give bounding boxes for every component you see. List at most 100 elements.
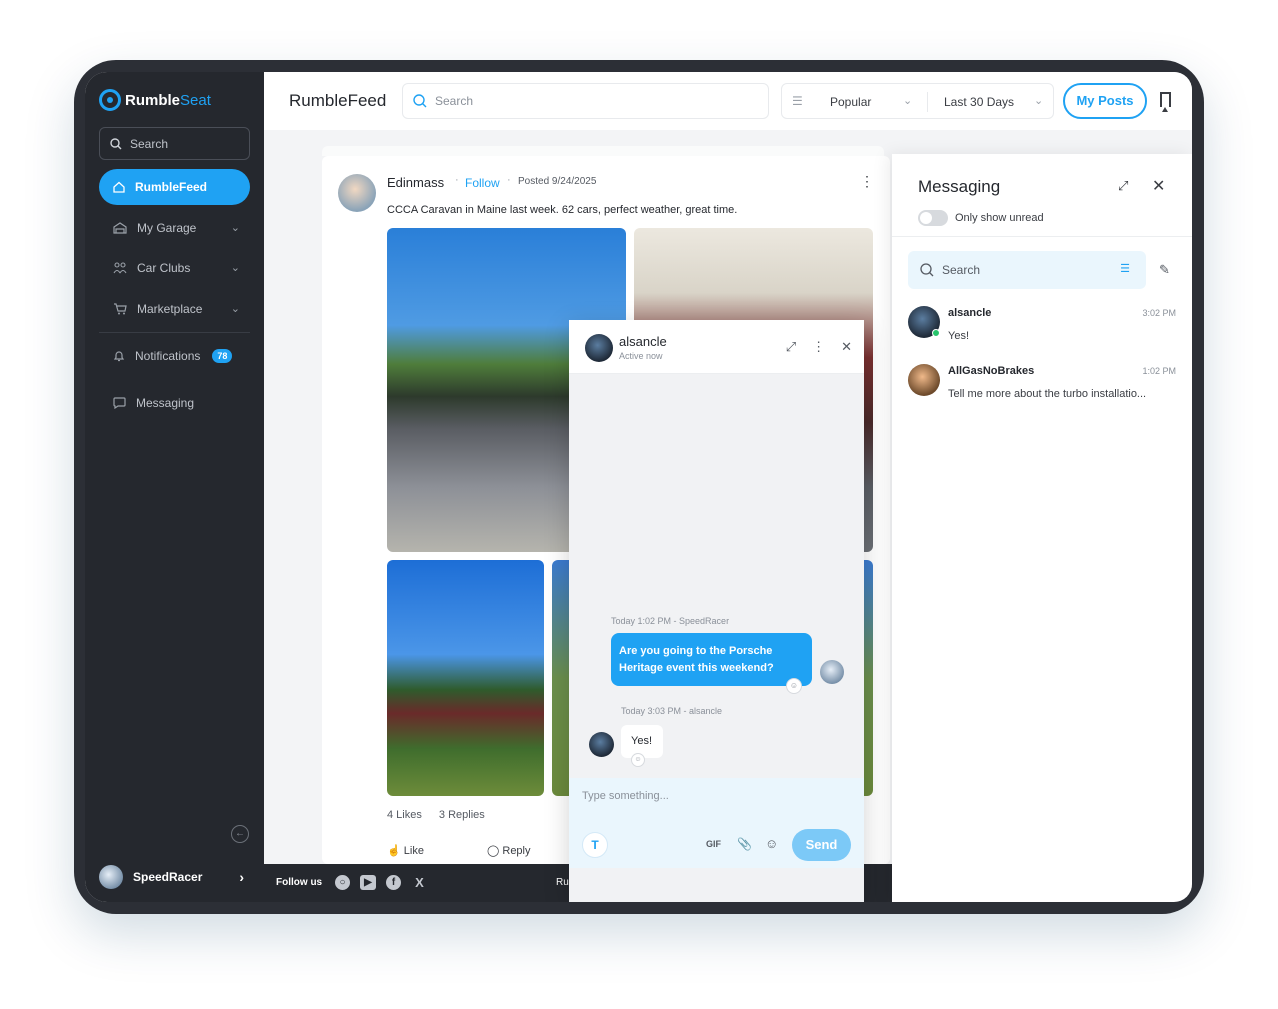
collapse-sidebar-icon[interactable]: ← xyxy=(231,825,249,843)
conversation-item[interactable]: AllGasNoBrakes 1:02 PM Tell me more abou… xyxy=(908,363,1178,411)
chevron-down-icon[interactable]: ⌄ xyxy=(231,261,240,274)
conversation-time: 1:02 PM xyxy=(1142,366,1176,376)
my-posts-button[interactable]: My Posts xyxy=(1063,83,1147,119)
conversation-preview: Tell me more about the turbo installatio… xyxy=(948,388,1147,400)
compose-icon[interactable]: ✎ xyxy=(1159,262,1170,278)
sidebar-item-label: Car Clubs xyxy=(137,261,191,275)
chat-messages: Today 1:02 PM - SpeedRacer Are you going… xyxy=(569,374,864,778)
chevron-down-icon[interactable]: ⌄ xyxy=(231,221,240,234)
conversation-name: alsancle xyxy=(948,307,992,319)
logo[interactable]: RumbleSeat xyxy=(99,88,211,112)
feed-search-input[interactable]: Search xyxy=(402,83,769,119)
sidebar-item-label: RumbleFeed xyxy=(135,180,208,194)
emoji-icon[interactable]: ☺ xyxy=(765,836,778,851)
reply-label: Reply xyxy=(502,845,531,857)
avatar[interactable] xyxy=(338,174,376,212)
send-button[interactable]: Send xyxy=(792,829,851,861)
date-range-select[interactable]: Last 30 Days xyxy=(944,95,1014,109)
filter-separator xyxy=(927,92,928,112)
panel-divider xyxy=(892,236,1192,237)
paperclip-icon[interactable]: 📎 xyxy=(737,837,752,851)
avatar xyxy=(908,364,940,396)
chat-header: alsancle Active now ⤢ ⋮ ✕ xyxy=(569,320,864,374)
post-author[interactable]: Edinmass xyxy=(387,175,444,190)
more-options-icon[interactable]: ⋮ xyxy=(860,173,874,190)
chevron-down-icon[interactable]: ⌄ xyxy=(231,302,240,315)
sidebar-item-marketplace[interactable]: Marketplace ⌄ xyxy=(99,291,250,327)
expand-icon[interactable]: ⤢ xyxy=(1118,178,1128,194)
unread-toggle[interactable] xyxy=(918,210,948,226)
footer-text: Ru xyxy=(556,877,569,888)
sidebar-item-label: Marketplace xyxy=(137,302,203,316)
online-indicator xyxy=(932,329,940,337)
message-bubble-incoming[interactable]: Yes! xyxy=(621,725,663,758)
gif-button[interactable]: GIF xyxy=(706,839,721,849)
post-stats: 4 Likes 3 Replies xyxy=(387,809,499,821)
sidebar-item-my-garage[interactable]: My Garage ⌄ xyxy=(99,210,250,246)
sidebar-item-label: Messaging xyxy=(136,396,195,410)
chevron-right-icon: › xyxy=(239,869,244,885)
message-bubble-outgoing[interactable]: Are you going to the Porsche Heritage ev… xyxy=(611,633,812,686)
sidebar-item-notifications[interactable]: Notifications 78 xyxy=(99,338,250,374)
message-meta: Today 1:02 PM - SpeedRacer xyxy=(611,616,730,626)
react-icon[interactable]: ☺ xyxy=(786,678,802,694)
follow-button[interactable]: Follow xyxy=(465,176,500,190)
people-icon xyxy=(113,262,127,274)
conversation-search-input[interactable]: Search ☰ xyxy=(908,251,1146,289)
close-icon[interactable]: ✕ xyxy=(841,339,852,355)
separator-dot: · xyxy=(507,174,511,186)
notification-count-badge: 78 xyxy=(212,349,233,363)
text-format-icon[interactable]: T xyxy=(582,832,608,858)
thumbs-up-icon: ☝ xyxy=(387,845,401,857)
sidebar-item-messaging[interactable]: Messaging xyxy=(99,385,250,421)
conversation-item[interactable]: alsancle 3:02 PM Yes! xyxy=(908,305,1178,353)
instagram-icon[interactable]: ○ xyxy=(335,875,350,890)
x-icon[interactable]: X xyxy=(412,875,427,890)
avatar[interactable] xyxy=(585,334,613,362)
youtube-icon[interactable]: ▶ xyxy=(360,875,376,890)
feed-search-placeholder: Search xyxy=(435,94,474,108)
reply-button[interactable]: ◯ Reply xyxy=(487,844,531,857)
replies-count[interactable]: 3 Replies xyxy=(439,809,485,821)
user-profile-button[interactable]: SpeedRacer › xyxy=(99,862,250,892)
sidebar-search-placeholder: Search xyxy=(130,136,169,151)
message-input[interactable]: Type something... xyxy=(582,790,669,802)
sidebar-search-input[interactable]: Search xyxy=(99,127,250,160)
garage-icon xyxy=(113,222,127,234)
separator-dot: · xyxy=(455,174,459,186)
message-composer: Type something... T GIF 📎 ☺ Send xyxy=(569,778,864,868)
chat-contact-name[interactable]: alsancle xyxy=(619,334,667,349)
close-icon[interactable]: ✕ xyxy=(1152,176,1165,196)
search-icon xyxy=(413,94,427,108)
filter-icon[interactable]: ☰ xyxy=(1120,262,1130,275)
likes-count[interactable]: 4 Likes xyxy=(387,809,422,821)
chat-header-actions: ⤢ ⋮ ✕ xyxy=(786,339,852,355)
chevron-down-icon[interactable]: ⌄ xyxy=(1034,94,1043,107)
steering-wheel-icon xyxy=(99,89,121,111)
conversation-preview: Yes! xyxy=(948,330,970,342)
sliders-icon[interactable]: ☰ xyxy=(792,94,803,108)
avatar xyxy=(820,660,844,684)
avatar xyxy=(99,865,123,889)
facebook-icon[interactable]: f xyxy=(386,875,401,890)
avatar xyxy=(589,732,614,757)
bookmark-icon[interactable] xyxy=(1160,92,1171,112)
react-icon[interactable]: ☺ xyxy=(631,753,645,767)
chevron-down-icon[interactable]: ⌄ xyxy=(903,94,912,107)
sidebar-item-rumblefeed[interactable]: RumbleFeed xyxy=(99,169,250,205)
search-icon xyxy=(920,263,934,277)
chat-window: alsancle Active now ⤢ ⋮ ✕ Today 1:02 PM … xyxy=(569,320,864,902)
card-shadow xyxy=(322,146,884,156)
post-photo[interactable] xyxy=(387,560,544,796)
sidebar-item-label: Notifications xyxy=(135,349,201,363)
app-screen: RumbleSeat Search RumbleFeed My Garage ⌄… xyxy=(85,72,1192,902)
chat-icon xyxy=(113,397,126,409)
home-icon xyxy=(113,181,125,193)
more-options-icon[interactable]: ⋮ xyxy=(812,339,825,355)
like-button[interactable]: ☝ Like xyxy=(387,844,424,857)
sort-select[interactable]: Popular xyxy=(830,95,871,109)
conversation-search-placeholder: Search xyxy=(942,263,981,277)
expand-icon[interactable]: ⤢ xyxy=(786,339,796,355)
sidebar-item-car-clubs[interactable]: Car Clubs ⌄ xyxy=(99,250,250,286)
sidebar: RumbleSeat Search RumbleFeed My Garage ⌄… xyxy=(85,72,264,902)
